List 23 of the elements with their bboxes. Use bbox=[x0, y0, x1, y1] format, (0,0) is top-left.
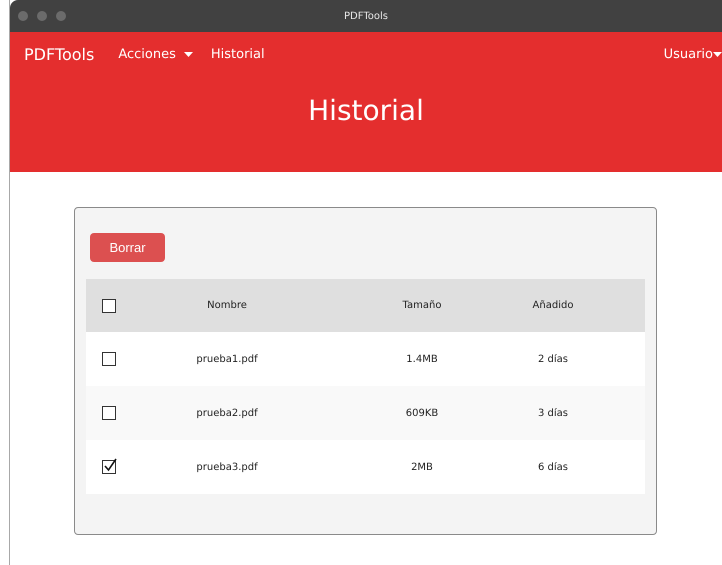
table-cell: prueba3.pdf bbox=[196, 462, 258, 472]
column-header: Nombre bbox=[207, 300, 247, 311]
nav-link[interactable]: Historial bbox=[210, 46, 265, 62]
checkbox[interactable] bbox=[102, 406, 116, 420]
checkbox[interactable] bbox=[102, 460, 116, 474]
checkbox[interactable] bbox=[102, 352, 116, 366]
table-cell: 6 días bbox=[538, 462, 568, 472]
column-header: Tamaño bbox=[402, 300, 442, 311]
checkbox[interactable] bbox=[102, 298, 116, 312]
table-cell: 2 días bbox=[538, 354, 568, 364]
user-menu[interactable]: Usuario bbox=[664, 46, 722, 62]
window-title: PDFTools bbox=[344, 10, 388, 22]
table-cell: prueba1.pdf bbox=[196, 354, 258, 364]
delete-button[interactable]: Borrar bbox=[90, 233, 165, 262]
table-cell: 3 días bbox=[538, 408, 568, 418]
brand-link[interactable]: PDFTools bbox=[24, 44, 94, 64]
table-cell: 1.4MB bbox=[406, 354, 438, 364]
column-header: Añadido bbox=[532, 300, 574, 311]
page-title: Historial bbox=[308, 94, 424, 127]
table-cell: 609KB bbox=[406, 408, 438, 418]
nav-link[interactable]: Acciones bbox=[118, 46, 193, 62]
table-cell: 2MB bbox=[411, 462, 433, 472]
table-cell: prueba2.pdf bbox=[196, 408, 258, 418]
